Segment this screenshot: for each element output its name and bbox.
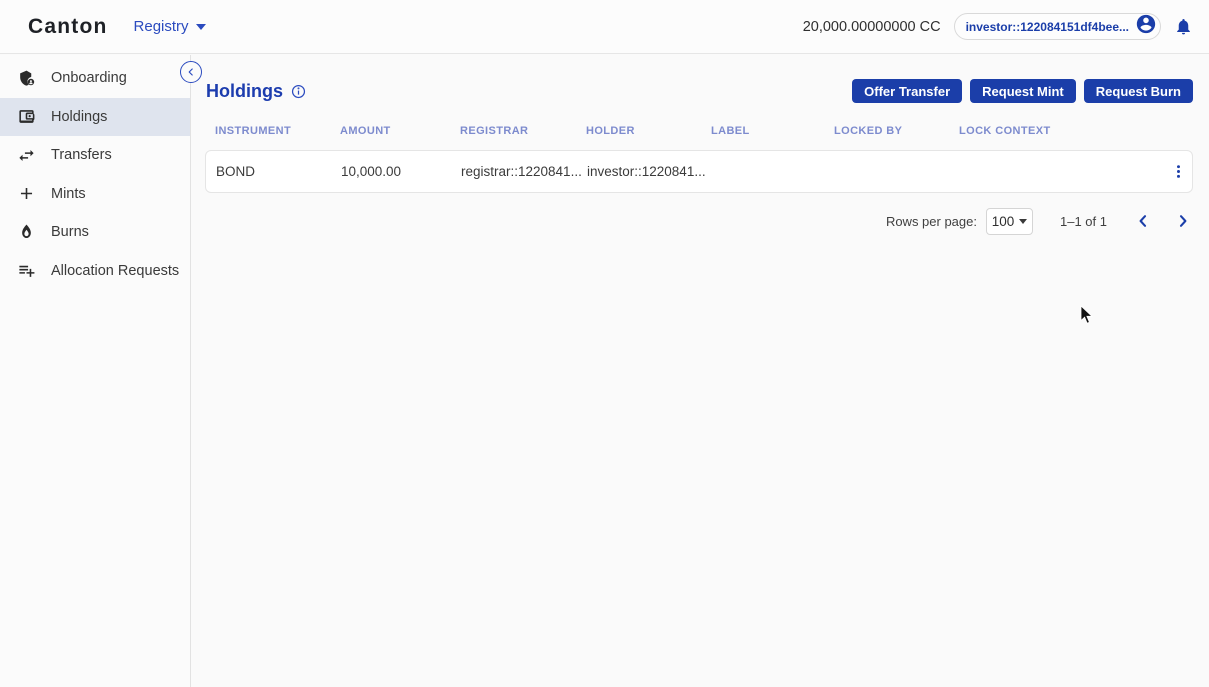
cell-instrument: BOND [216,164,341,179]
sidebar-item-onboarding[interactable]: Onboarding [0,59,190,98]
top-bar: Canton Registry 20,000.00000000 CC inves… [0,0,1209,54]
request-burn-button[interactable]: Request Burn [1084,79,1193,103]
caret-down-icon [196,24,206,30]
chevron-left-icon [1135,213,1151,229]
request-mint-button[interactable]: Request Mint [970,79,1076,103]
sidebar-item-mints[interactable]: Mints [0,175,190,214]
column-header-amount: AMOUNT [340,125,460,137]
balance-amount: 20,000.00000000 CC [803,19,941,35]
cell-holder: investor::1220841... [587,164,712,179]
sidebar-item-label: Burns [51,224,89,240]
sidebar-item-burns[interactable]: Burns [0,213,190,252]
app-selector-label: Registry [134,18,189,35]
account-id-label: investor::122084151df4bee... [966,20,1129,34]
page-title: Holdings [206,81,283,102]
cell-registrar: registrar::1220841... [461,164,587,179]
caret-down-icon [1019,219,1027,224]
chevron-left-circle-icon [185,66,197,78]
table-row: BOND 10,000.00 registrar::1220841... inv… [205,150,1193,193]
column-header-instrument: INSTRUMENT [215,125,340,137]
rows-per-page-select[interactable]: 100 [986,208,1033,235]
sidebar-item-transfers[interactable]: Transfers [0,136,190,175]
account-circle-icon [1135,13,1157,40]
chevron-right-icon [1175,213,1191,229]
sidebar-item-holdings[interactable]: Holdings [0,98,190,137]
plus-icon [16,184,36,204]
offer-transfer-button[interactable]: Offer Transfer [852,79,962,103]
column-header-locked-by: LOCKED BY [834,125,959,137]
next-page-button[interactable] [1173,211,1193,231]
canton-logo: Canton [28,15,108,39]
row-actions-menu-button[interactable] [1164,163,1192,180]
column-header-registrar: REGISTRAR [460,125,586,137]
flame-icon [16,222,36,242]
more-vert-icon [1170,163,1187,180]
playlist-add-icon [16,261,36,281]
pagination-bar: Rows per page: 100 1–1 of 1 [192,203,1193,239]
wallet-icon [16,107,36,127]
cell-amount: 10,000.00 [341,164,461,179]
sidebar-item-label: Allocation Requests [51,263,179,279]
sidebar: Onboarding Holdings Transfers Mints Burn… [0,55,191,687]
swap-arrows-icon [16,145,36,165]
sidebar-item-allocation-requests[interactable]: Allocation Requests [0,252,190,291]
column-header-lock-context: LOCK CONTEXT [959,125,1165,137]
page-range-label: 1–1 of 1 [1060,214,1107,229]
account-chip[interactable]: investor::122084151df4bee... [954,13,1161,40]
column-header-holder: HOLDER [586,125,711,137]
bell-icon[interactable] [1174,17,1193,36]
rows-per-page-label: Rows per page: [886,214,977,229]
rows-per-page-value: 100 [992,214,1015,229]
sidebar-item-label: Transfers [51,147,112,163]
table-header-row: INSTRUMENT AMOUNT REGISTRAR HOLDER LABEL… [205,125,1193,137]
sidebar-collapse-button[interactable] [180,61,202,83]
column-header-label: LABEL [711,125,834,137]
sidebar-item-label: Mints [51,186,86,202]
mouse-cursor [1080,305,1094,330]
sidebar-item-label: Holdings [51,109,107,125]
sidebar-item-label: Onboarding [51,70,127,86]
app-selector-dropdown[interactable]: Registry [134,18,206,35]
onboarding-shield-icon [16,68,36,88]
previous-page-button[interactable] [1133,211,1153,231]
main-content: Holdings Offer Transfer Request Mint Req… [192,54,1209,239]
info-icon[interactable] [291,84,306,99]
